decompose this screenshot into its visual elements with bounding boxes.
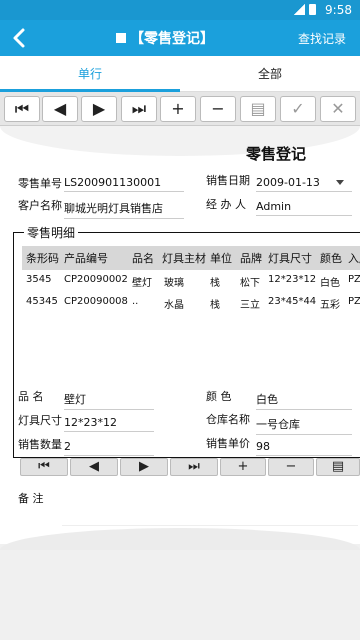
last-record-button[interactable]: ⏭ (121, 96, 157, 122)
first-record-button[interactable]: ⏮ (4, 96, 40, 122)
warehouse-label: 仓库名称 (206, 413, 250, 426)
warehouse-field[interactable]: 一号仓库 (256, 416, 352, 435)
back-button[interactable] (6, 24, 34, 52)
col-unit: 单位 (210, 252, 232, 265)
cell-name: 壁灯 (132, 278, 152, 289)
customer-label: 客户名称 (18, 199, 62, 212)
cell-product-no: CP20090002 (64, 274, 128, 285)
cell-unit: 栈 (210, 278, 220, 289)
remark-label: 备 注 (18, 492, 44, 505)
cell-brand: 松下 (240, 278, 260, 289)
cell-size: 12*23*12 (268, 274, 317, 285)
app-bar: 【零售登记】 查找记录 (0, 20, 360, 56)
tab-bar: 单行 全部 (0, 56, 360, 92)
copy-record-button[interactable]: ▤ (240, 96, 276, 122)
cell-unit: 栈 (210, 300, 220, 311)
find-record-button[interactable]: 查找记录 (298, 30, 346, 47)
detail-prev-button[interactable]: ◀ (70, 458, 118, 476)
tab-all[interactable]: 全部 (180, 56, 360, 92)
col-brand: 品牌 (240, 252, 262, 265)
color-label: 颜 色 (206, 390, 232, 403)
cell-material: 水晶 (164, 300, 184, 311)
detail-copy-button[interactable]: ▤ (316, 458, 360, 476)
col-material: 灯具主材 (162, 252, 206, 265)
sale-no-field[interactable]: LS200901130001 (64, 176, 184, 192)
name-field[interactable]: 壁灯 (64, 391, 154, 410)
signal-icon (294, 4, 305, 15)
detail-delete-button[interactable]: − (268, 458, 314, 476)
cell-material: 玻璃 (164, 278, 184, 289)
qty-label: 销售数量 (18, 438, 62, 451)
size-field[interactable]: 12*23*12 (64, 416, 154, 432)
customer-field[interactable]: 聊城光明灯具销售店 (64, 200, 184, 219)
detail-add-button[interactable]: + (220, 458, 266, 476)
cell-name: .. (132, 296, 139, 307)
color-field[interactable]: 白色 (256, 391, 352, 410)
cell-brand: 三立 (240, 300, 260, 311)
detail-last-button[interactable]: ⏭ (170, 458, 218, 476)
sale-no-label: 零售单号 (18, 177, 62, 190)
status-bar: 9:58 (0, 0, 360, 20)
title-square-icon (116, 33, 126, 43)
detail-title: 零售明细 (24, 224, 79, 241)
cancel-record-button[interactable]: ✕ (320, 96, 356, 122)
table-row[interactable]: 45345 CP20090008 .. 水晶 栈 三立 23*45*44 五彩 … (22, 292, 360, 314)
cell-color: 白色 (320, 278, 340, 289)
cell-product-no: CP20090008 (64, 296, 128, 307)
cell-stock: PZ (348, 296, 360, 307)
cell-barcode: 3545 (26, 274, 52, 285)
detail-next-button[interactable]: ▶ (120, 458, 168, 476)
handler-label: 经 办 人 (206, 198, 246, 211)
qty-field[interactable]: 2 (64, 440, 154, 456)
col-stock: 入库 (348, 252, 360, 265)
prev-record-button[interactable]: ◀ (42, 96, 78, 122)
price-label: 销售单价 (206, 437, 250, 450)
cell-color: 五彩 (320, 300, 340, 311)
page-title: 【零售登记】 (116, 28, 214, 48)
sale-date-label: 销售日期 (206, 174, 250, 187)
record-toolbar: ⏮ ◀ ▶ ⏭ + − ▤ ✓ ✕ (0, 92, 360, 126)
handler-field[interactable]: Admin (256, 200, 352, 216)
cell-stock: PZ (348, 274, 360, 285)
sale-date-dropdown-icon[interactable] (336, 180, 344, 185)
table-row[interactable]: 3545 CP20090002 壁灯 玻璃 栈 松下 12*23*12 白色 P… (22, 270, 360, 292)
name-label: 品 名 (18, 390, 44, 403)
size-label: 灯具尺寸 (18, 414, 62, 427)
status-time: 9:58 (325, 3, 352, 17)
remark-input[interactable] (62, 496, 358, 526)
page-title-text: 【零售登记】 (130, 31, 214, 47)
col-color: 颜色 (320, 252, 342, 265)
battery-icon (309, 4, 316, 15)
cell-size: 23*45*44 (268, 296, 317, 307)
cell-barcode: 45345 (26, 296, 58, 307)
col-size: 灯具尺寸 (268, 252, 312, 265)
save-record-button[interactable]: ✓ (280, 96, 316, 122)
next-record-button[interactable]: ▶ (81, 96, 117, 122)
detail-toolbar: ⏮ ◀ ▶ ⏭ + − ▤ (20, 458, 360, 478)
detail-first-button[interactable]: ⏮ (20, 458, 68, 476)
delete-record-button[interactable]: − (200, 96, 236, 122)
back-arrow-icon (13, 28, 25, 48)
price-field[interactable]: 98 (256, 440, 352, 456)
col-name: 品名 (132, 252, 154, 265)
form-title: 零售登记 (246, 145, 307, 163)
col-product-no: 产品编号 (64, 252, 108, 265)
detail-table-header: 条形码 产品编号 品名 灯具主材 单位 品牌 灯具尺寸 颜色 入库 (22, 246, 360, 270)
add-record-button[interactable]: + (160, 96, 196, 122)
col-barcode: 条形码 (26, 252, 59, 265)
status-icons (294, 4, 316, 15)
tab-single-row[interactable]: 单行 (0, 56, 180, 92)
